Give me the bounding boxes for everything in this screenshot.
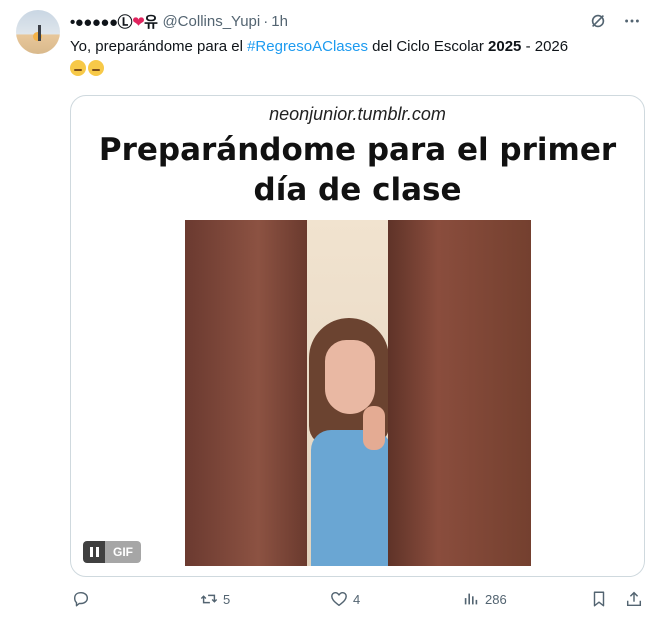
user-handle[interactable]: @Collins_Yupi <box>162 13 260 30</box>
hashtag-link[interactable]: #RegresoAClases <box>247 38 368 55</box>
like-button[interactable]: 4 <box>330 590 360 608</box>
avatar[interactable] <box>16 10 60 54</box>
gif-frame <box>185 220 531 566</box>
sad-face-emoji-icon <box>70 60 86 76</box>
action-bar: 5 4 286 <box>70 590 646 614</box>
separator: · <box>263 12 269 30</box>
like-count: 4 <box>353 591 361 607</box>
share-icon <box>626 591 642 607</box>
media-caption: Preparándome para el primer día de clase <box>71 130 644 210</box>
child-face <box>325 340 375 414</box>
retweet-count: 5 <box>223 591 231 607</box>
reply-button[interactable] <box>72 590 90 608</box>
header-actions <box>588 11 642 31</box>
more-icon[interactable] <box>622 11 642 31</box>
door-left <box>185 220 307 566</box>
views-button[interactable]: 286 <box>462 590 507 608</box>
display-name-symbols: •●●●●●Ⓛ <box>70 13 133 31</box>
child-shirt <box>311 430 391 566</box>
gif-label: GIF <box>105 541 141 563</box>
bookmark-button[interactable] <box>590 590 608 608</box>
tweet-header: •●●●●●Ⓛ❤유 @Collins_Yupi · 1h <box>70 10 642 32</box>
views-icon <box>464 593 478 605</box>
bookmark-icon <box>593 591 605 607</box>
door-right <box>388 220 531 566</box>
views-count: 286 <box>485 591 507 607</box>
media-watermark: neonjunior.tumblr.com <box>269 104 446 124</box>
heart-emoji-icon: ❤ <box>132 13 145 31</box>
retweet-button[interactable]: 5 <box>200 590 230 608</box>
text-year: 2025 <box>488 38 522 55</box>
display-name[interactable]: •●●●●●Ⓛ❤유 <box>70 11 158 32</box>
display-name-tail: 유 <box>144 13 158 31</box>
avatar-figure <box>38 25 41 41</box>
caption-line: día de clase <box>253 172 462 208</box>
like-icon <box>331 591 347 607</box>
tweet-text: Yo, preparándome para el #RegresoAClases… <box>70 36 642 80</box>
text-part: - 2026 <box>521 38 569 55</box>
gif-media[interactable]: neonjunior.tumblr.com Preparándome para … <box>70 95 645 577</box>
share-button[interactable] <box>625 590 643 608</box>
caption-line: Preparándome para el primer <box>98 132 617 168</box>
gif-badge: GIF <box>83 541 141 563</box>
child-hand <box>363 406 385 450</box>
grok-icon[interactable] <box>588 11 608 31</box>
pause-icon[interactable] <box>83 541 105 563</box>
sad-face-emoji-icon <box>88 60 104 76</box>
timestamp[interactable]: 1h <box>271 13 288 30</box>
reply-icon <box>73 591 89 607</box>
tweet: •●●●●●Ⓛ❤유 @Collins_Yupi · 1h Yo, prepará… <box>0 0 658 620</box>
text-part: del Ciclo Escolar <box>367 38 489 55</box>
retweet-icon <box>200 594 218 604</box>
text-part: Yo, preparándome para el <box>70 38 248 55</box>
